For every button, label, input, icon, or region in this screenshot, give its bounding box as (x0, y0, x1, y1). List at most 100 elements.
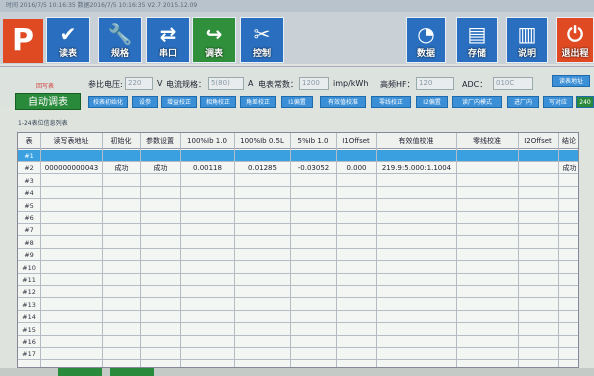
row-number: #3 (24, 176, 34, 185)
meter-const-field[interactable]: 1200 (299, 77, 329, 90)
toolbar-button-label: 调表 (204, 49, 223, 59)
toolbar-button-4[interactable]: ✂ 控制 (240, 17, 284, 63)
table-cell: -0.03052 (290, 162, 336, 175)
mode-button-10[interactable]: 进厂内 (507, 96, 539, 108)
table-cell (234, 150, 290, 162)
row-number: #7 (24, 226, 34, 235)
toolbar-button-label: 存储 (467, 49, 486, 59)
row-number: #9 (24, 251, 34, 260)
table-cell: 0.000 (336, 162, 376, 175)
column-header: 结论 (562, 137, 576, 145)
column-header: 零线校准 (473, 137, 501, 145)
mode-button-7[interactable]: 零线校正 (371, 96, 411, 108)
voltage-field[interactable]: 220 (125, 77, 153, 90)
row-number: #10 (22, 263, 36, 272)
row-number: #8 (24, 238, 34, 247)
row-number: #4 (24, 189, 34, 198)
column-divider (336, 133, 337, 367)
table-cell (40, 150, 102, 162)
bottom-button-2[interactable] (110, 368, 154, 376)
auto-calibrate-button[interactable]: 自动调表 (15, 93, 81, 110)
toolbar-button-8[interactable]: ⏻ 退出程 (556, 17, 594, 63)
table-cell (290, 150, 336, 162)
current-label: 电流规格： (166, 80, 206, 89)
adc-field[interactable]: 010C (493, 77, 533, 90)
column-header: 初始化 (110, 137, 132, 145)
read-address-button[interactable]: 读表地址 (552, 75, 590, 87)
toolbar-button-label: 规格 (110, 49, 129, 59)
voltage-unit: V (157, 79, 163, 88)
adc-label: ADC： (462, 80, 488, 89)
toolbar-button-6[interactable]: ▤ 存储 (456, 17, 498, 63)
toolbar-button-label: 控制 (252, 49, 271, 59)
toolbar-button-2[interactable]: ⇄ 串口 (146, 17, 190, 63)
mode-button-0[interactable]: 校表初始化 (88, 96, 128, 108)
row-number: #6 (24, 214, 34, 222)
mode-button-2[interactable]: 增益校正 (161, 96, 197, 108)
column-divider (558, 133, 559, 367)
toolbar-button-1[interactable]: 🔧 规格 (98, 17, 142, 63)
column-divider (518, 133, 519, 367)
column-divider (456, 133, 457, 367)
main-toolbar: P ✔ 读表 🔧 规格 ⇄ 串口 ↪ 调表 ✂ 控制 ◔ 数据 ▤ 存储 ▥ 说明 ⏻ 退出程 (0, 12, 594, 64)
column-divider (140, 133, 141, 367)
column-header: 100%Ib 0.5L (240, 137, 284, 145)
row-number: #12 (22, 288, 36, 297)
table-cell (456, 150, 518, 162)
table-cell (376, 150, 456, 162)
column-divider (376, 133, 377, 367)
mode-button-6[interactable]: 有效值校准 (320, 96, 366, 108)
row-number: #15 (22, 325, 36, 334)
mode-button-3[interactable]: 相角校正 (200, 96, 236, 108)
mode-button-9[interactable]: 读厂内模式 (452, 96, 502, 108)
meter-calibration-window: 时间 2016/7/5 10:16:35 数据2016/7/5 10:16:35… (0, 0, 594, 376)
mode-button-4[interactable]: 角差校正 (240, 96, 276, 108)
column-divider (40, 133, 41, 367)
mode-button-1[interactable]: 设参 (132, 96, 158, 108)
row-number: #16 (22, 338, 36, 346)
meter-const-unit: imp/kWh (333, 79, 369, 88)
table-cell (518, 150, 558, 162)
current-unit: A (248, 79, 254, 88)
p-logo-button[interactable]: P (3, 19, 43, 63)
row-number: #14 (22, 313, 36, 322)
toolbar-button-label: 串口 (158, 49, 177, 59)
table-cell: 成功 (140, 162, 180, 175)
toolbar-button-label: 退出程 (561, 49, 589, 59)
hf-label: 高频HF： (380, 80, 415, 89)
toolbar-button-7[interactable]: ▥ 说明 (506, 17, 548, 63)
table-cell (558, 150, 578, 162)
toolbar-button-label: 说明 (517, 49, 536, 59)
toolbar-button-label: 读表 (58, 49, 77, 59)
table-cell: 000000000043 (40, 162, 102, 175)
column-header: I1Offset (342, 137, 370, 145)
column-header: 有效值校准 (398, 137, 434, 145)
table-cell: 成功 (558, 162, 578, 175)
column-divider (102, 133, 103, 367)
table-cell (140, 150, 180, 162)
table-cell: 0.00118 (180, 162, 234, 175)
toolbar-button-0[interactable]: ✔ 读表 (46, 17, 90, 63)
mode-button-11[interactable]: 写对应 (543, 96, 573, 108)
table-cell (456, 162, 518, 175)
save-icon: ▤ (467, 22, 487, 46)
column-divider (290, 133, 291, 367)
bottom-button-1[interactable] (58, 368, 102, 376)
toolbar-button-3[interactable]: ↪ 调表 (192, 17, 236, 63)
usb-icon: ⇄ (159, 22, 177, 46)
tools-icon: ✂ (253, 22, 271, 46)
table-cell (180, 150, 234, 162)
mode-button-5[interactable]: I1偏置 (281, 96, 313, 108)
table-cell: 219.9:5.000:1.1004 (376, 162, 456, 175)
column-header: 100%Ib 1.0 (187, 137, 227, 145)
mode-button-8[interactable]: I2偏置 (416, 96, 448, 108)
meter-const-label: 电表常数： (258, 80, 298, 89)
status-text: 回写表 (36, 83, 55, 90)
row-number: #1 (24, 152, 34, 160)
current-field[interactable]: 5(80) (208, 77, 244, 90)
toolbar-button-5[interactable]: ◔ 数据 (406, 17, 446, 63)
hf-field[interactable]: 120 (416, 77, 454, 90)
table-cell: 0.01285 (234, 162, 290, 175)
table-caption: 1-24表位信息列表 (18, 120, 68, 127)
table-cell (518, 162, 558, 175)
